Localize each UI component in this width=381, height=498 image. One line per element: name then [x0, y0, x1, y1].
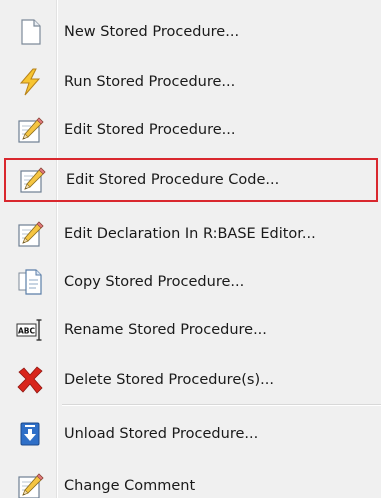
lightning-icon [16, 68, 44, 96]
delete-x-icon [16, 366, 44, 394]
menu-item-label: Copy Stored Procedure... [64, 274, 245, 290]
menu-item-edit-stored-procedure-code[interactable]: Edit Stored Procedure Code... [4, 158, 378, 202]
edit-pencil-icon [18, 166, 46, 194]
menu-item-label: Run Stored Procedure... [64, 74, 236, 90]
menu-item-label: Delete Stored Procedure(s)... [64, 372, 274, 388]
menu-item-label: Rename Stored Procedure... [64, 322, 267, 338]
menu-item-label: Edit Stored Procedure Code... [66, 172, 280, 188]
menu-item-label: Edit Declaration In R:BASE Editor... [64, 226, 316, 242]
menu-item-rename-stored-procedure[interactable]: ABC Rename Stored Procedure... [0, 308, 381, 352]
menu-item-label: New Stored Procedure... [64, 24, 240, 40]
rename-abc-icon: ABC [16, 316, 44, 344]
copy-icon [16, 268, 44, 296]
menu-item-unload-stored-procedure[interactable]: Unload Stored Procedure... [0, 412, 381, 456]
unload-arrow-icon [16, 420, 44, 448]
menu-separator [62, 404, 381, 406]
menu-item-label: Unload Stored Procedure... [64, 426, 259, 442]
menu-item-label: Change Comment [64, 478, 196, 494]
new-document-icon [16, 18, 44, 46]
menu-item-edit-stored-procedure[interactable]: Edit Stored Procedure... [0, 108, 381, 152]
menu-item-copy-stored-procedure[interactable]: Copy Stored Procedure... [0, 260, 381, 304]
menu-item-new-stored-procedure[interactable]: New Stored Procedure... [0, 10, 381, 54]
edit-pencil-icon [16, 116, 44, 144]
svg-text:ABC: ABC [18, 327, 36, 336]
menu-item-change-comment[interactable]: Change Comment [0, 464, 381, 498]
menu-item-run-stored-procedure[interactable]: Run Stored Procedure... [0, 60, 381, 104]
edit-pencil-icon [16, 472, 44, 498]
menu-item-delete-stored-procedure[interactable]: Delete Stored Procedure(s)... [0, 358, 381, 402]
context-menu: New Stored Procedure... Run Stored Proce… [0, 0, 381, 498]
menu-item-label: Edit Stored Procedure... [64, 122, 236, 138]
edit-pencil-icon [16, 220, 44, 248]
menu-item-edit-declaration[interactable]: Edit Declaration In R:BASE Editor... [0, 212, 381, 256]
